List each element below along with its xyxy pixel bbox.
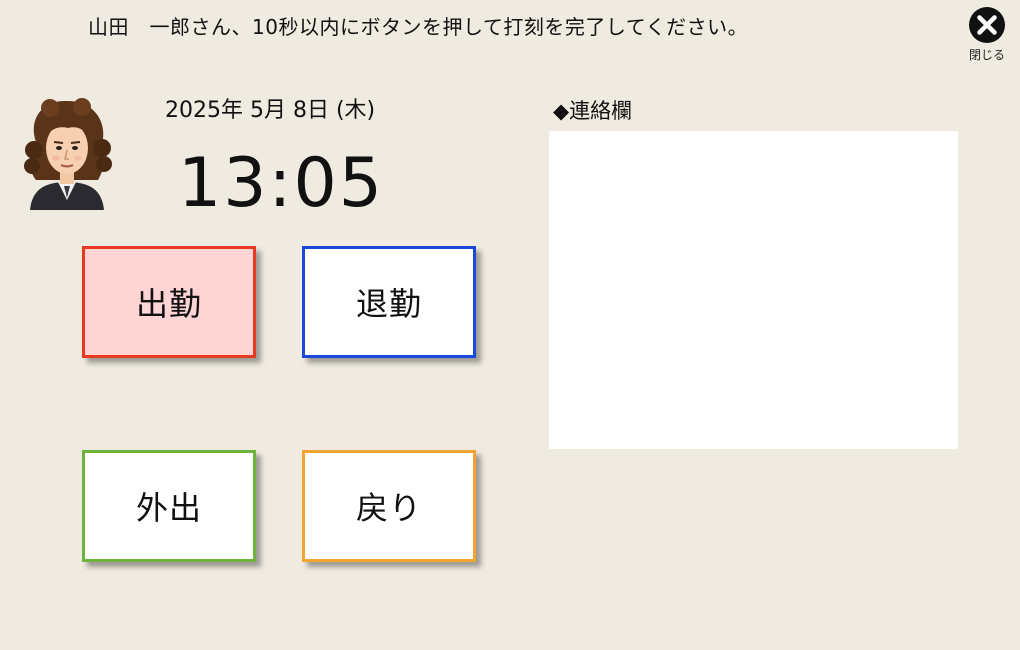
clock-in-button[interactable]: 出勤	[82, 246, 256, 358]
user-avatar-illustration	[24, 98, 112, 210]
notes-textarea[interactable]	[549, 131, 958, 449]
close-circle-icon	[969, 7, 1005, 43]
return-button[interactable]: 戻り	[302, 450, 476, 562]
current-time: 13:05	[178, 144, 384, 223]
instruction-message: 山田 一郎さん、10秒以内にボタンを押して打刻を完了してください。	[88, 15, 749, 39]
go-out-button[interactable]: 外出	[82, 450, 256, 562]
avatar	[22, 98, 112, 212]
notes-title: ◆連絡欄	[553, 99, 633, 123]
close-button[interactable]: 閉じる	[960, 6, 1014, 70]
current-date: 2025年 5月 8日 (木)	[165, 98, 376, 123]
close-label: 閉じる	[968, 48, 1005, 62]
clock-out-button[interactable]: 退勤	[302, 246, 476, 358]
